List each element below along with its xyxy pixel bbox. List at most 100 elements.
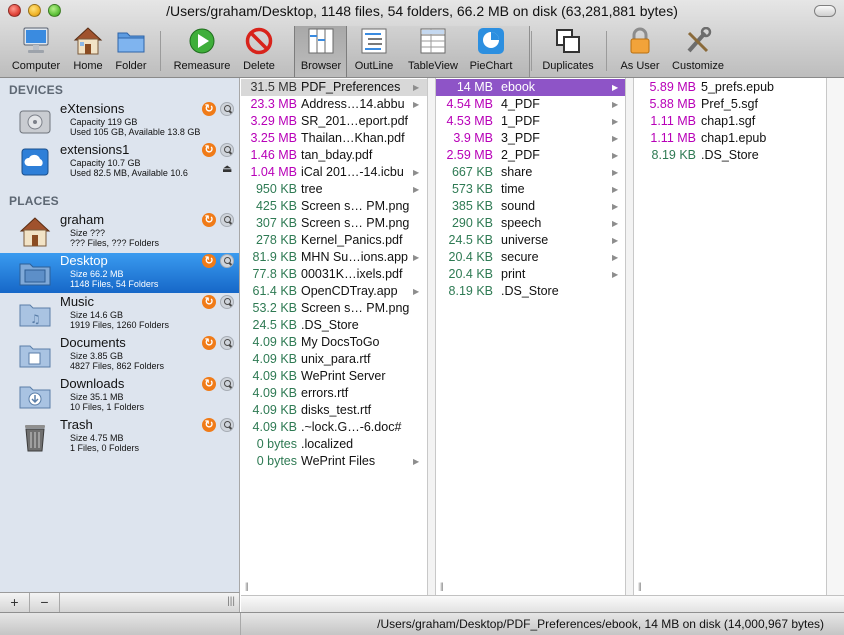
file-row[interactable]: 24.5 KB universe ▶ (436, 232, 625, 249)
add-place-button[interactable]: + (0, 593, 30, 612)
customize-label: Customize (672, 60, 724, 72)
file-row[interactable]: 81.9 KB MHN Su…ions.app ▶ (241, 249, 427, 266)
file-row[interactable]: 8.19 KB .DS_Store (634, 147, 826, 164)
file-row[interactable]: 53.2 KB Screen s… PM.png (241, 300, 427, 317)
file-row[interactable]: 2.59 MB 2_PDF ▶ (436, 147, 625, 164)
sidebar-item-music[interactable]: ♫ Music Size 14.6 GB 1919 Files, 1260 Fo… (0, 294, 239, 334)
file-row[interactable]: 24.5 KB .DS_Store (241, 317, 427, 334)
file-row[interactable]: 20.4 KB secure ▶ (436, 249, 625, 266)
remeasure-item-button[interactable]: ↻ (202, 143, 216, 157)
trash-icon (25, 425, 45, 452)
sidebar-item-desktop[interactable]: Desktop Size 66.2 MB 1148 Files, 54 Fold… (0, 253, 239, 293)
reveal-item-button[interactable] (220, 336, 234, 350)
file-row[interactable]: 1.11 MB chap1.sgf (634, 113, 826, 130)
remeasure-item-button[interactable]: ↻ (202, 418, 216, 432)
column-divider[interactable] (428, 78, 436, 595)
file-row[interactable]: 4.09 KB disks_test.rtf (241, 402, 427, 419)
file-size: 61.4 KB (252, 284, 297, 298)
sidebar-item-name: extensions1 (60, 142, 130, 157)
reveal-item-button[interactable] (220, 295, 234, 309)
remeasure-button[interactable]: Remeasure (174, 27, 230, 75)
delete-button[interactable]: Delete (240, 27, 278, 75)
file-row[interactable]: 77.8 KB 00031K…ixels.pdf (241, 266, 427, 283)
file-row[interactable]: 3.25 MB Thailan…Khan.pdf (241, 130, 427, 147)
duplicates-button[interactable]: Duplicates (540, 27, 596, 75)
file-row[interactable]: 20.4 KB print ▶ (436, 266, 625, 283)
remeasure-item-button[interactable]: ↻ (202, 254, 216, 268)
file-row[interactable]: 4.09 KB unix_para.rtf (241, 351, 427, 368)
computer-button[interactable]: Computer (12, 27, 60, 75)
remeasure-item-button[interactable]: ↻ (202, 102, 216, 116)
sidebar-item-trash[interactable]: Trash Size 4.75 MB 1 Files, 0 Folders ↻ (0, 417, 239, 457)
sidebar-item-graham[interactable]: graham Size ??? ??? Files, ??? Folders ↻ (0, 212, 239, 252)
file-row[interactable]: 307 KB Screen s… PM.png (241, 215, 427, 232)
file-row[interactable]: 290 KB speech ▶ (436, 215, 625, 232)
piechart-button[interactable]: PieChart (468, 27, 514, 75)
file-row[interactable]: 4.09 KB WePrint Server (241, 368, 427, 385)
horizontal-scrollbar[interactable] (241, 595, 844, 612)
file-row[interactable]: 0 bytes .localized (241, 436, 427, 453)
browser-column-3[interactable]: 5.89 MB 5_prefs.epub 5.88 MB Pref_5.sgf 1.11… (634, 78, 827, 595)
tableview-button[interactable]: TableView (408, 27, 458, 75)
sidebar-item-extensions1[interactable]: extensions1 Capacity 10.7 GB Used 82.5 M… (0, 142, 239, 182)
file-row[interactable]: 4.53 MB 1_PDF ▶ (436, 113, 625, 130)
file-row[interactable]: 425 KB Screen s… PM.png (241, 198, 427, 215)
file-row[interactable]: 1.04 MB iCal 201…-14.icbu ▶ (241, 164, 427, 181)
file-row[interactable]: 950 KB tree ▶ (241, 181, 427, 198)
file-row[interactable]: 3.9 MB 3_PDF ▶ (436, 130, 625, 147)
sidebar-item-documents[interactable]: Documents Size 3.85 GB 4827 Files, 862 F… (0, 335, 239, 375)
customize-button[interactable]: Customize (672, 27, 724, 75)
as-user-button[interactable]: As User (620, 27, 660, 75)
file-row[interactable]: 573 KB time ▶ (436, 181, 625, 198)
file-row[interactable]: 1.11 MB chap1.epub (634, 130, 826, 147)
file-row[interactable]: 5.88 MB Pref_5.sgf (634, 96, 826, 113)
file-row[interactable]: 23.3 MB Address…14.abbu ▶ (241, 96, 427, 113)
sidebar-resize-handle[interactable]: ||| (227, 596, 235, 607)
reveal-item-button[interactable] (220, 418, 234, 432)
file-row[interactable]: 4.09 KB .~lock.G…-6.doc# (241, 419, 427, 436)
browser-column-2[interactable]: 14 MB ebook ▶ 4.54 MB 4_PDF ▶ 4.53 MB 1_PDF ▶ 3.9… (436, 78, 626, 595)
file-row[interactable]: 667 KB share ▶ (436, 164, 625, 181)
file-row[interactable]: 4.09 KB My DocsToGo (241, 334, 427, 351)
browser-view-button[interactable]: Browser (298, 27, 344, 75)
file-row[interactable]: 1.46 MB tan_bday.pdf (241, 147, 427, 164)
folder-button[interactable]: Folder (113, 27, 149, 75)
disclosure-arrow-icon: ▶ (612, 270, 619, 279)
file-row[interactable]: 14 MB ebook ▶ (436, 79, 625, 96)
reveal-item-button[interactable] (220, 254, 234, 268)
home-button[interactable]: Home (70, 27, 106, 75)
file-row[interactable]: 61.4 KB OpenCDTray.app ▶ (241, 283, 427, 300)
browser-column-1[interactable]: 31.5 MB PDF_Preferences ▶ 23.3 MB Address…14… (241, 78, 428, 595)
remeasure-item-button[interactable]: ↻ (202, 377, 216, 391)
file-row[interactable]: 31.5 MB PDF_Preferences ▶ (241, 79, 427, 96)
browser-column-4[interactable] (827, 78, 844, 595)
file-row[interactable]: 385 KB sound ▶ (436, 198, 625, 215)
remove-place-button[interactable]: − (30, 593, 60, 612)
remeasure-item-button[interactable]: ↻ (202, 295, 216, 309)
sidebar-footer: + − ||| (0, 592, 240, 612)
file-row[interactable]: 278 KB Kernel_Panics.pdf (241, 232, 427, 249)
file-row[interactable]: 8.19 KB .DS_Store (436, 283, 625, 300)
reveal-item-button[interactable] (220, 102, 234, 116)
file-row[interactable]: 5.89 MB 5_prefs.epub (634, 79, 826, 96)
outline-view-button[interactable]: OutLine (352, 27, 396, 75)
file-name: Pref_5.sgf (701, 97, 758, 111)
column-resize-handle[interactable]: || (245, 581, 249, 591)
column-divider[interactable] (626, 78, 634, 595)
column-resize-handle[interactable]: || (638, 581, 642, 591)
reveal-item-button[interactable] (220, 213, 234, 227)
file-row[interactable]: 0 bytes WePrint Files ▶ (241, 453, 427, 470)
remeasure-item-button[interactable]: ↻ (202, 336, 216, 350)
sidebar-item-downloads[interactable]: Downloads Size 35.1 MB 10 Files, 1 Folde… (0, 376, 239, 416)
column-resize-handle[interactable]: || (440, 581, 444, 591)
remeasure-item-button[interactable]: ↻ (202, 213, 216, 227)
file-name: sound (501, 199, 536, 213)
reveal-item-button[interactable] (220, 377, 234, 391)
eject-icon[interactable]: ⏏ (222, 162, 232, 175)
sidebar-item-extensions[interactable]: eXtensions Capacity 119 GB Used 105 GB, … (0, 101, 239, 141)
file-row[interactable]: 3.29 MB SR_201…eport.pdf (241, 113, 427, 130)
reveal-item-button[interactable] (220, 143, 234, 157)
toolbar-toggle-button[interactable] (814, 5, 836, 17)
file-row[interactable]: 4.09 KB errors.rtf (241, 385, 427, 402)
file-row[interactable]: 4.54 MB 4_PDF ▶ (436, 96, 625, 113)
